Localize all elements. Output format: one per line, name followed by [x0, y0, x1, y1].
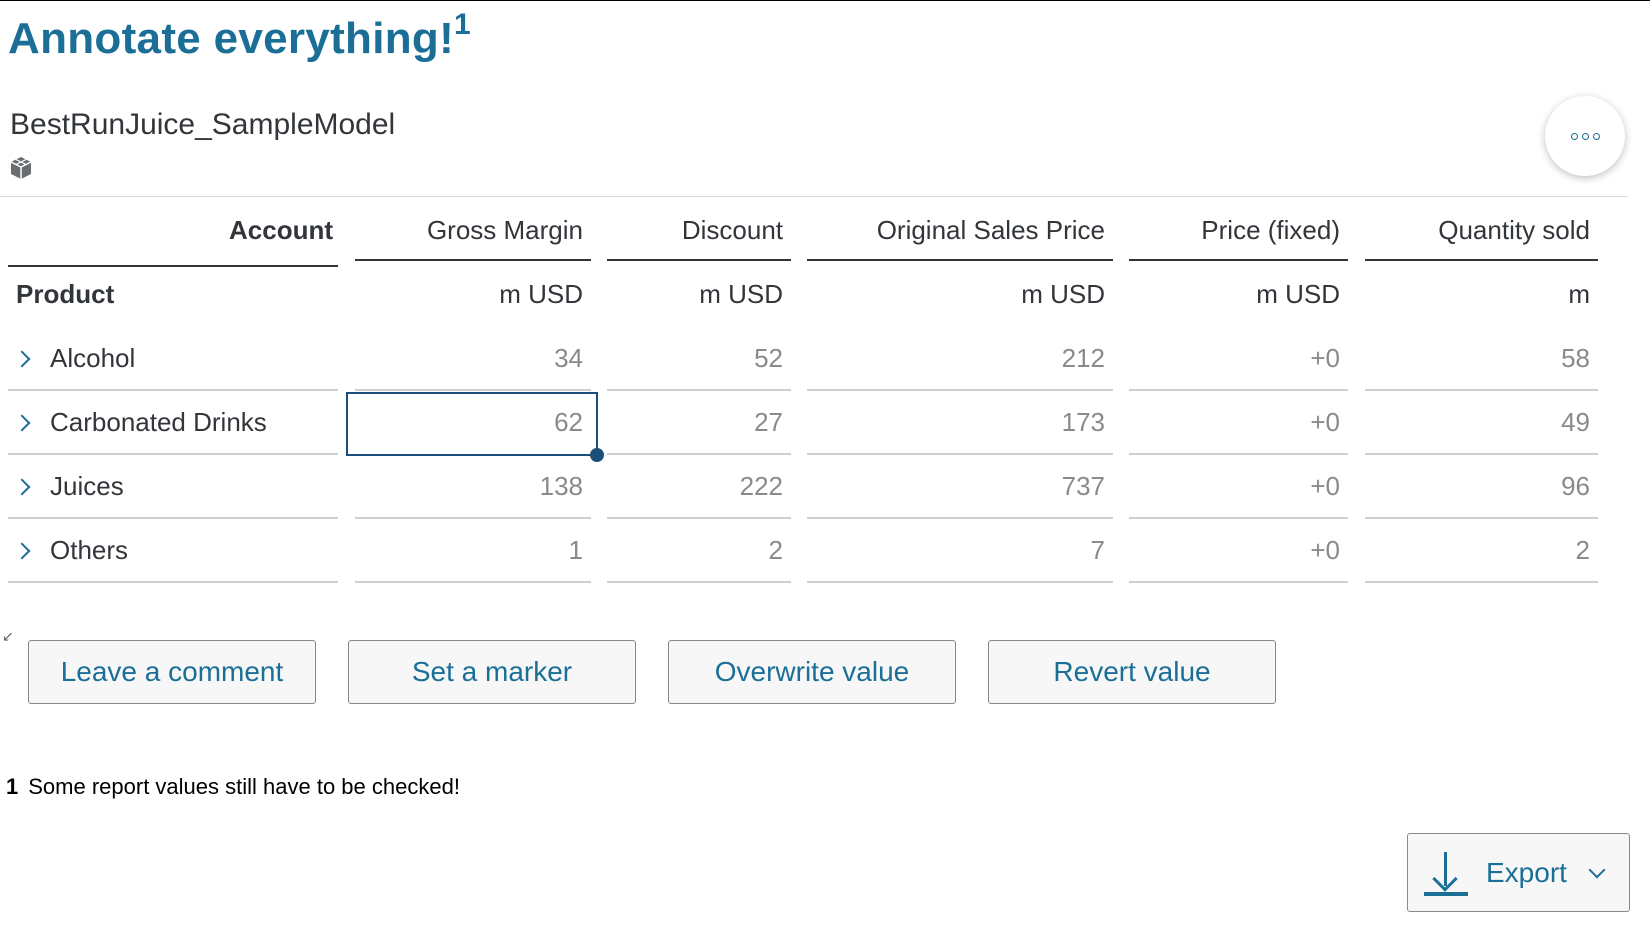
table-cell[interactable]: 96: [1365, 471, 1590, 502]
header-underline: [8, 265, 338, 267]
chevron-right-icon[interactable]: [13, 542, 31, 559]
row-divider: [807, 581, 1113, 583]
row-divider: [8, 453, 338, 455]
column-header-quantity-sold[interactable]: Quantity sold: [1365, 215, 1590, 246]
cell-selection-frame: [346, 392, 598, 456]
table-cell[interactable]: 737: [807, 471, 1105, 502]
table-cell[interactable]: +0: [1129, 535, 1340, 566]
unit-label: m USD: [1256, 279, 1340, 309]
account-header: Account: [229, 215, 333, 245]
column-header-gross-margin[interactable]: Gross Margin: [355, 215, 583, 246]
row-divider: [807, 453, 1113, 455]
table-cell[interactable]: +0: [1129, 407, 1340, 438]
row-divider: [1129, 453, 1348, 455]
header-underline: [607, 259, 791, 261]
chevron-right-icon[interactable]: [13, 478, 31, 495]
row-label: Carbonated Drinks: [50, 407, 267, 437]
row-divider: [1129, 389, 1348, 391]
footnote-text: Some report values still have to be chec…: [28, 774, 460, 799]
unit-label: m USD: [499, 279, 583, 309]
chevron-right-icon[interactable]: [13, 350, 31, 367]
footnote: 1 Some report values still have to be che…: [6, 774, 460, 800]
leave-comment-button[interactable]: Leave a comment: [28, 640, 316, 704]
footnote-number: 1: [6, 774, 19, 799]
table-cell[interactable]: 52: [607, 343, 783, 374]
table-cell[interactable]: 34: [355, 343, 583, 374]
table-row-alcohol[interactable]: Alcohol: [10, 343, 135, 374]
table-cell[interactable]: +0: [1129, 343, 1340, 374]
download-icon: [1424, 848, 1468, 898]
model-name: BestRunJuice_SampleModel: [10, 108, 396, 141]
table-cell[interactable]: 49: [1365, 407, 1590, 438]
chevron-down-icon[interactable]: [1588, 861, 1606, 878]
header-underline: [1365, 259, 1598, 261]
unit-label: m USD: [1021, 279, 1105, 309]
page-title: Annotate everything!1: [8, 8, 471, 64]
table-cell[interactable]: 222: [607, 471, 783, 502]
row-divider: [607, 581, 791, 583]
row-divider: [8, 389, 338, 391]
row-divider: [1129, 581, 1348, 583]
header-separator: [0, 196, 1628, 197]
row-divider: [355, 389, 591, 391]
top-border: [0, 0, 1650, 1]
column-header-discount[interactable]: Discount: [607, 215, 783, 246]
row-divider: [1365, 581, 1598, 583]
table-row-juices[interactable]: Juices: [10, 471, 124, 502]
table-cell[interactable]: 27: [607, 407, 783, 438]
export-label: Export: [1486, 856, 1567, 888]
table-row-carbonated-drinks[interactable]: Carbonated Drinks: [10, 407, 267, 438]
overwrite-value-button[interactable]: Overwrite value: [668, 640, 956, 704]
column-header-original-sales-price[interactable]: Original Sales Price: [807, 215, 1105, 246]
row-divider: [8, 581, 338, 583]
table-cell[interactable]: 212: [807, 343, 1105, 374]
selection-drag-handle[interactable]: [590, 448, 604, 462]
row-label: Alcohol: [50, 343, 136, 373]
row-divider: [1365, 453, 1598, 455]
cube-icon: [10, 157, 32, 179]
unit-label: m: [1568, 279, 1590, 309]
table-cell[interactable]: 2: [1365, 535, 1590, 566]
row-divider: [607, 453, 791, 455]
export-button[interactable]: Export: [1407, 833, 1630, 912]
row-divider: [607, 517, 791, 519]
row-divider: [1365, 389, 1598, 391]
column-header-price-fixed[interactable]: Price (fixed): [1129, 215, 1340, 246]
revert-value-button[interactable]: Revert value: [988, 640, 1276, 704]
table-cell[interactable]: 2: [607, 535, 783, 566]
row-divider: [807, 389, 1113, 391]
page-title-text: Annotate everything!: [8, 14, 455, 63]
header-underline: [807, 259, 1113, 261]
product-header: Product: [16, 279, 115, 309]
more-options-icon: [1570, 132, 1600, 140]
header-underline: [355, 259, 591, 261]
set-marker-button[interactable]: Set a marker: [348, 640, 636, 704]
title-footnote-ref: 1: [454, 8, 472, 41]
row-divider: [1129, 517, 1348, 519]
table-cell[interactable]: 138: [355, 471, 583, 502]
row-divider: [607, 389, 791, 391]
row-divider: [1365, 517, 1598, 519]
row-divider: [8, 517, 338, 519]
table-cell[interactable]: +0: [1129, 471, 1340, 502]
table-cell[interactable]: 7: [807, 535, 1105, 566]
row-divider: [355, 581, 591, 583]
more-options-button[interactable]: [1545, 96, 1625, 176]
row-label: Juices: [50, 471, 124, 501]
chevron-right-icon[interactable]: [13, 414, 31, 431]
row-divider: [355, 517, 591, 519]
table-cell[interactable]: 58: [1365, 343, 1590, 374]
row-label: Others: [50, 535, 129, 565]
resize-marker: ↙: [2, 628, 14, 644]
table-row-others[interactable]: Others: [10, 535, 128, 566]
table-cell[interactable]: 1: [355, 535, 583, 566]
header-underline: [1129, 259, 1348, 261]
table-cell[interactable]: 173: [807, 407, 1105, 438]
row-divider: [807, 517, 1113, 519]
unit-label: m USD: [699, 279, 783, 309]
